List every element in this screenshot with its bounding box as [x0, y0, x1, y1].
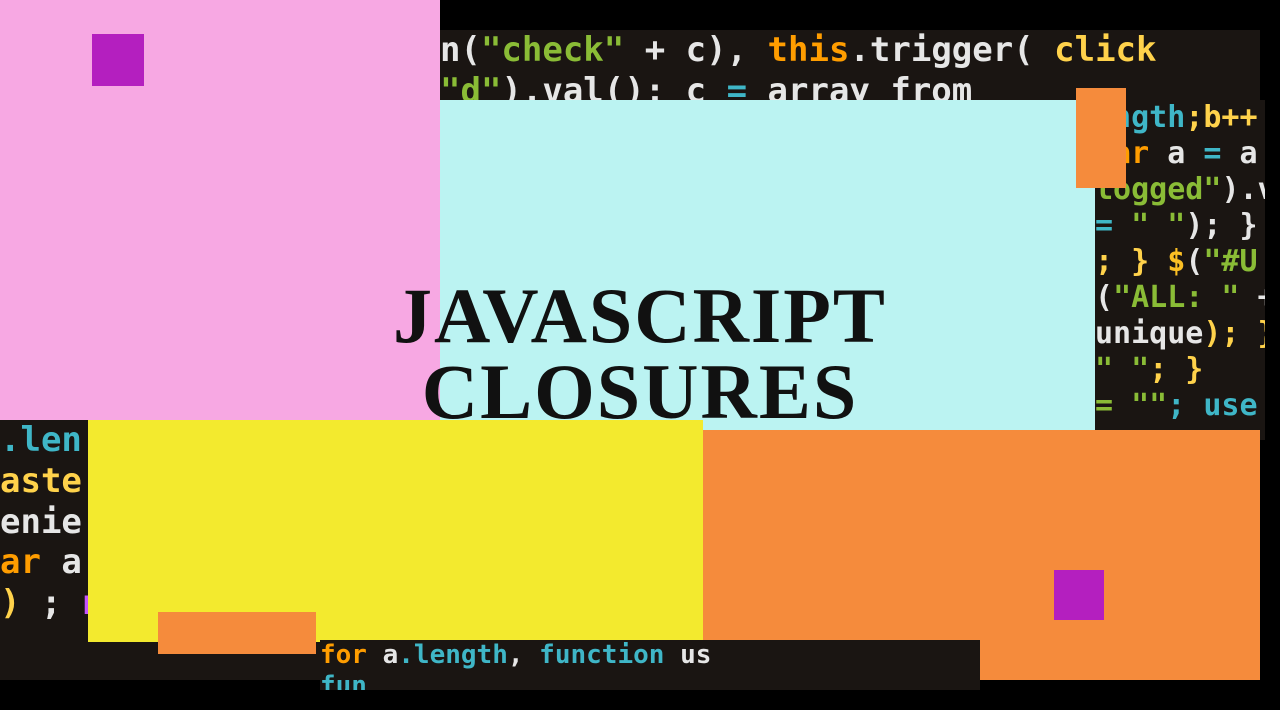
purple-accent-bottom-right: [1054, 570, 1104, 620]
purple-accent-top-left: [92, 34, 144, 86]
orange-accent-top-right: [1076, 88, 1126, 188]
code-backdrop-bottom: for a.length, function us fun: [320, 640, 980, 690]
title-line-1: JAVASCRIPT: [0, 278, 1280, 354]
orange-accent-bottom-left: [158, 612, 316, 654]
title-line-2: CLOSURES: [0, 354, 1280, 430]
title: JAVASCRIPT CLOSURES: [0, 278, 1280, 431]
yellow-block: [88, 420, 703, 642]
graphic-stage: n("check" + c), this.trigger( click "d")…: [0, 0, 1280, 710]
